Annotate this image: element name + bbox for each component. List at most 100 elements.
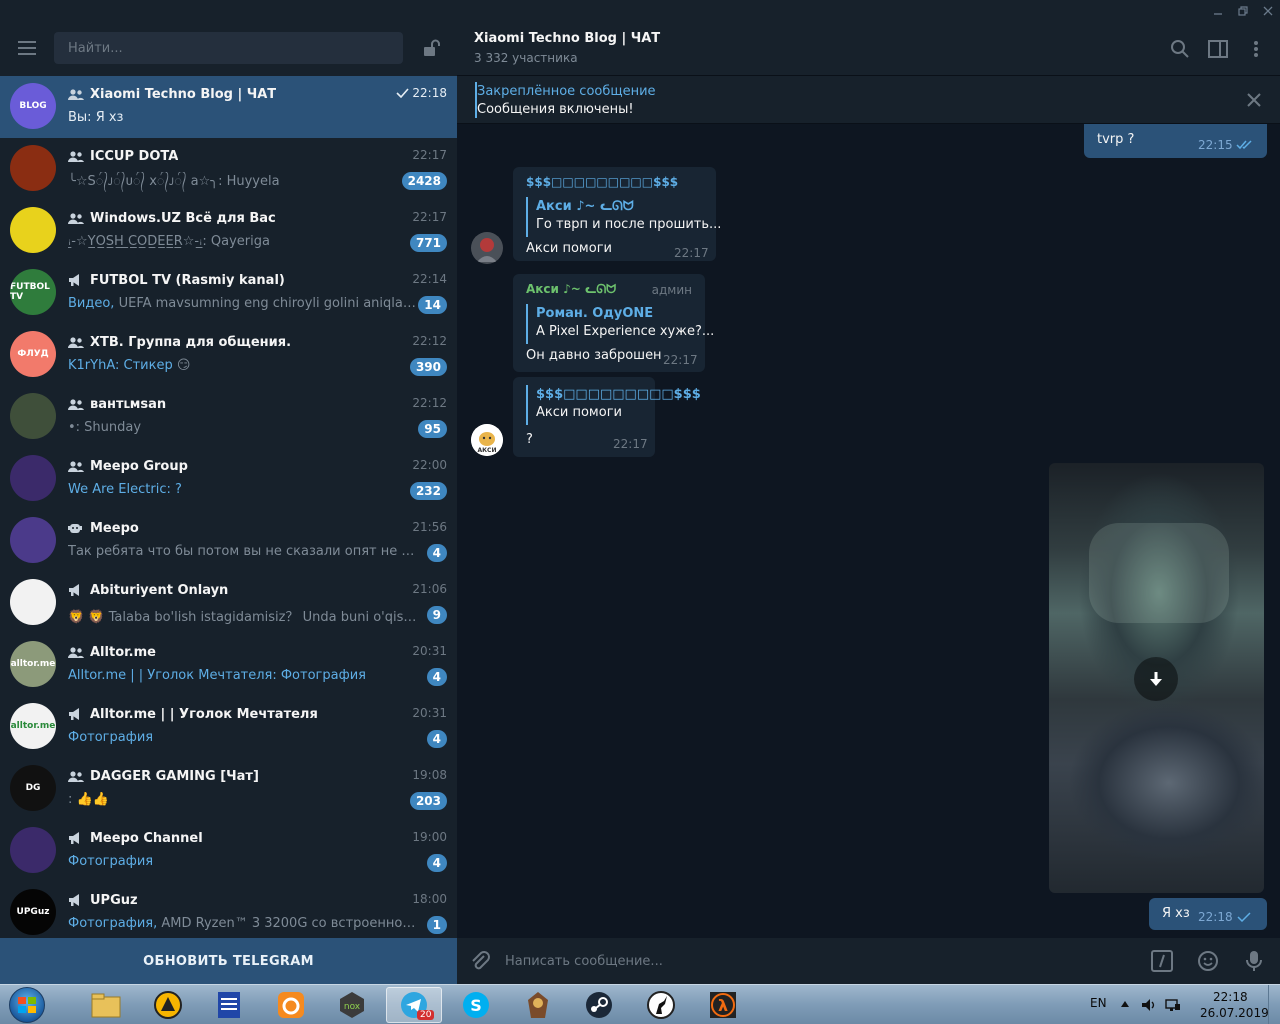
chat-preview: : 👍👍: [68, 792, 418, 807]
message-incoming[interactable]: $$$□□□□□□□□□$$$ Акси ♪~ ᓚᘏᗢ Го тврп и по…: [513, 167, 721, 261]
chat-time: 22:12: [412, 396, 447, 410]
taskbar-half-life[interactable]: λ: [695, 987, 751, 1023]
chat-item[interactable]: Windows.UZ Всё для Вас 22:17 ꜟ̲-☆Y̲O̲S̲H̲ …: [0, 200, 457, 262]
chat-item[interactable]: Meepo Channel 19:00 Фотография 4: [0, 820, 457, 882]
chat-name-row: Meepo Group: [68, 457, 448, 475]
message-incoming[interactable]: $$$□□□□□□□□□$$$ Акси помоги ? 22:17: [513, 377, 701, 457]
start-button[interactable]: [3, 986, 51, 1024]
chat-preview-text: 😏: [172, 358, 191, 373]
chat-item[interactable]: Abituriyent Onlayn 21:06 🦁 🦁 Talaba bo'lis…: [0, 572, 457, 634]
group-type-icon: [68, 459, 86, 473]
taskbar-app-notes[interactable]: [201, 987, 257, 1023]
reply-author: Роман. ОдуONE: [536, 306, 654, 321]
chat-item[interactable]: ФЛУД XTB. Группа для общения. 22:12 K1rYhA:…: [0, 324, 457, 386]
reply-preview[interactable]: Акси ♪~ ᓚᘏᗢ Го тврп и после прошить...: [526, 197, 721, 237]
emoji-button[interactable]: [1195, 948, 1221, 974]
message-input[interactable]: [505, 950, 1105, 972]
message-text: Акси помоги: [526, 241, 612, 256]
chat-time-text: 22:14: [412, 272, 447, 286]
chat-item[interactable]: alltor.me Alltor.me 20:31 Alltor.me | | Уго…: [0, 634, 457, 696]
chat-time: 21:56: [412, 520, 447, 534]
document-icon: [218, 992, 240, 1018]
sidebar: BLOG Xiaomi Techno Blog | ЧАТ 22:18 Вы: Я х…: [0, 22, 457, 984]
search-input[interactable]: [54, 32, 403, 64]
taskbar-app-archive[interactable]: [140, 987, 196, 1023]
clock-time[interactable]: 22:18: [1213, 990, 1248, 1004]
volume-icon[interactable]: [1141, 997, 1157, 1013]
unread-badge: 1: [426, 916, 447, 934]
slash-command-icon: [1151, 950, 1173, 972]
chat-item[interactable]: Meepo 21:56 Так ребята что бы потом вы не …: [0, 510, 457, 572]
chat-avatar: [10, 579, 56, 625]
message-outgoing[interactable]: Я хз 22:18: [1149, 898, 1267, 930]
chat-item[interactable]: ICCUP DOTA 22:17 ╰☆S᭄ᴊ᭄ᴜ᭄ x᭄ᴊ᭄ a☆╮: Huyyel…: [0, 138, 457, 200]
pinned-close-button[interactable]: [1243, 89, 1265, 111]
message-author[interactable]: $$$□□□□□□□□□$$$: [526, 175, 678, 189]
channel-megaphone-icon: [69, 274, 79, 286]
chat-avatar: [10, 827, 56, 873]
search-button[interactable]: [1168, 37, 1192, 61]
taskbar-skype[interactable]: S: [448, 987, 504, 1023]
message-outgoing[interactable]: tvrp ? 22:15: [1084, 124, 1267, 158]
chat-area: Xiaomi Techno Blog | ЧАТ 3 332 участника…: [457, 22, 1280, 984]
show-desktop-button[interactable]: [1268, 985, 1280, 1024]
chat-list: BLOG Xiaomi Techno Blog | ЧАТ 22:18 Вы: Я х…: [0, 76, 457, 938]
restore-button[interactable]: [1231, 0, 1255, 22]
half-life-icon: λ: [710, 992, 736, 1018]
chat-avatar: [10, 145, 56, 191]
chat-avatar: alltor.me: [10, 703, 56, 749]
taskbar-uc-browser[interactable]: [263, 987, 319, 1023]
group-type-icon: [68, 769, 86, 783]
sender-avatar[interactable]: АКСИ: [471, 424, 503, 456]
chat-item[interactable]: BLOG Xiaomi Techno Blog | ЧАТ 22:18 Вы: Я х…: [0, 76, 457, 138]
taskbar-telegram[interactable]: 20: [386, 987, 442, 1023]
chat-preview-sender: Фотография: [68, 854, 154, 869]
taskbar-nox[interactable]: nox: [324, 987, 380, 1023]
clock-date[interactable]: 26.07.2019: [1200, 1006, 1269, 1020]
reply-author: Акси ♪~ ᓚᘏᗢ: [536, 199, 634, 214]
chat-item[interactable]: UPGuz UPGuz 18:00 Фотография, AMD Ryzen™ 3 …: [0, 882, 457, 938]
chat-time-text: 22:18: [412, 86, 447, 100]
taskbar-explorer[interactable]: [78, 987, 134, 1023]
video-message[interactable]: [1049, 463, 1264, 893]
chat-item[interactable]: DG DAGGER GAMING [Чат] 19:08: 👍👍 203: [0, 758, 457, 820]
sidebar-toggle-button[interactable]: [1206, 37, 1230, 61]
counter-strike-icon: [647, 991, 675, 1019]
chat-item[interactable]: alltor.me Alltor.me | | Уголок Мечтателя 2…: [0, 696, 457, 758]
lock-button[interactable]: [420, 36, 444, 60]
chat-item[interactable]: вантւмsan 22:12 •: Shunday 95: [0, 386, 457, 448]
chat-item[interactable]: Meepo Group 22:00 We Are Electric: ? 232: [0, 448, 457, 510]
download-button[interactable]: [1134, 657, 1178, 701]
update-telegram-button[interactable]: ОБНОВИТЬ TELEGRAM: [0, 938, 457, 984]
sender-avatar[interactable]: [471, 232, 503, 264]
reply-preview[interactable]: Роман. ОдуONE А Pixel Experience хуже?..…: [526, 304, 714, 344]
windows-logo-icon: [9, 987, 45, 1023]
pinned-message[interactable]: Закреплённое сообщение Сообщения включен…: [457, 76, 1280, 124]
input-language[interactable]: EN: [1090, 996, 1107, 1010]
unread-badge: 2428: [401, 172, 447, 190]
chat-item[interactable]: FUTBOL TV FUTBOL TV (Rasmiy kanal) 22:14 Ви…: [0, 262, 457, 324]
menu-button[interactable]: [12, 35, 42, 61]
more-options-button[interactable]: [1244, 37, 1268, 61]
attach-button[interactable]: [467, 948, 493, 974]
close-button[interactable]: [1256, 0, 1280, 22]
chat-title[interactable]: Xiaomi Techno Blog | ЧАТ: [474, 31, 660, 46]
chat-time-text: 21:06: [412, 582, 447, 596]
tray-expand-icon[interactable]: [1121, 1001, 1129, 1007]
bot-commands-button[interactable]: [1149, 948, 1175, 974]
taskbar-steam[interactable]: [571, 987, 627, 1023]
message-time: 22:15: [1198, 138, 1233, 152]
message-author[interactable]: Акси ♪~ ᓚᘏᗢ: [526, 282, 616, 297]
chat-name: Meepo Channel: [90, 830, 203, 846]
network-icon[interactable]: [1165, 997, 1181, 1013]
minimize-button[interactable]: [1206, 0, 1230, 22]
chat-name-row: Abituriyent Onlayn: [68, 581, 448, 599]
message-incoming[interactable]: Акси ♪~ ᓚᘏᗢ админ Роман. ОдуONE А Pixel …: [513, 274, 714, 372]
taskbar-game[interactable]: [510, 987, 566, 1023]
voice-record-button[interactable]: [1241, 948, 1267, 974]
chat-name: UPGuz: [90, 892, 138, 908]
taskbar-counter-strike[interactable]: [633, 987, 689, 1023]
close-icon: [1247, 93, 1261, 107]
reply-author: $$$□□□□□□□□□$$$: [536, 387, 701, 402]
reply-preview[interactable]: $$$□□□□□□□□□$$$ Акси помоги: [526, 385, 701, 425]
